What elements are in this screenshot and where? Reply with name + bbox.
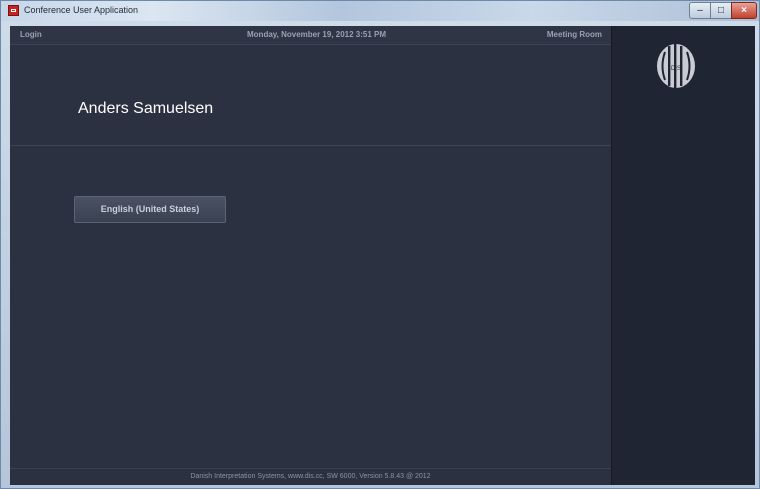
maximize-icon: □ (717, 5, 725, 16)
meeting-room-label: Meeting Room (546, 30, 602, 39)
app-icon[interactable] (8, 5, 19, 16)
minimize-icon: – (697, 5, 703, 16)
client-area: Login Monday, November 19, 2012 3:51 PM … (10, 26, 755, 485)
dis-logo: DIS (657, 44, 695, 88)
maximize-button[interactable]: □ (710, 2, 732, 19)
close-icon: × (741, 5, 747, 16)
user-header (10, 45, 611, 146)
minimize-button[interactable]: – (689, 2, 711, 19)
login-label[interactable]: Login (20, 30, 42, 39)
language-button[interactable]: English (United States) (74, 196, 226, 223)
side-panel: DIS (611, 26, 755, 485)
window-title: Conference User Application (24, 5, 139, 15)
status-bar: Login Monday, November 19, 2012 3:51 PM … (10, 26, 611, 45)
logo-text: DIS (671, 66, 681, 72)
title-bar[interactable]: Conference User Application – □ × (1, 1, 759, 21)
user-name: Anders Samuelsen (78, 100, 214, 117)
footer-text: Danish Interpretation Systems, www.dis.c… (190, 473, 431, 480)
app-window: Conference User Application – □ × Login … (0, 0, 760, 489)
footer: Danish Interpretation Systems, www.dis.c… (10, 468, 611, 486)
close-button[interactable]: × (731, 2, 757, 19)
main-panel: Login Monday, November 19, 2012 3:51 PM … (10, 26, 611, 485)
datetime-label: Monday, November 19, 2012 3:51 PM (247, 30, 387, 39)
